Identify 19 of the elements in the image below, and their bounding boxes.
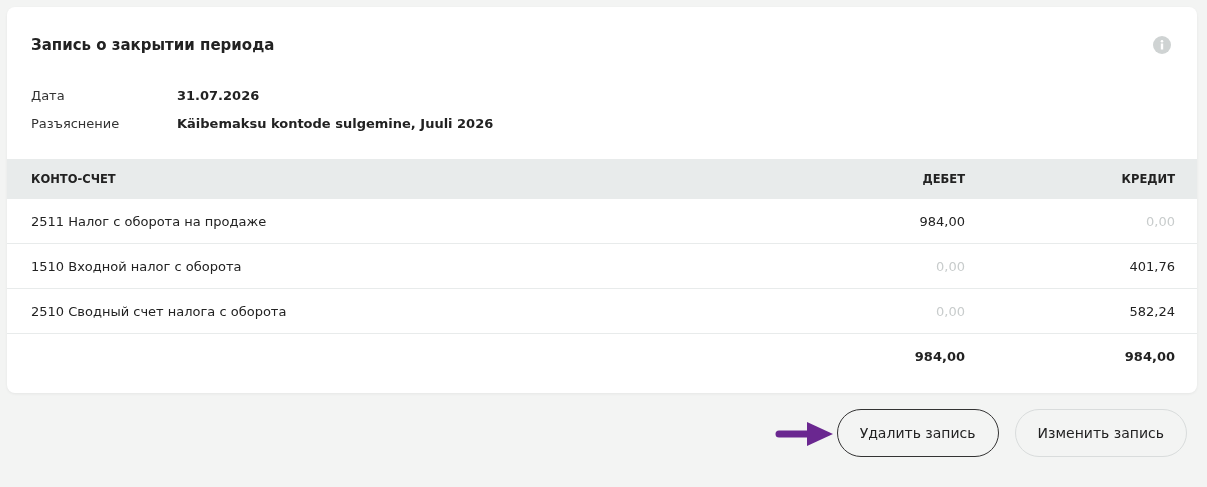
column-header: ДЕБЕТ <box>922 172 965 186</box>
detail-value: 31.07.2026 <box>177 88 260 103</box>
detail-label: Дата <box>31 88 65 103</box>
detail-value: Käibemaksu kontode sulgemine, Juuli 2026 <box>177 116 494 131</box>
table-cell: 582,24 <box>1129 303 1175 319</box>
info-icon[interactable] <box>1153 36 1171 54</box>
table-cell: 1510 Входной налог с оборота <box>31 258 242 274</box>
card-title: Запись о закрытии периода <box>31 36 275 54</box>
table-cell: 401,76 <box>1129 258 1175 274</box>
table-cell: 2510 Сводный счет налога с оборота <box>31 303 287 319</box>
total-cell: 984,00 <box>1124 349 1175 364</box>
edit-button[interactable]: Изменить запись <box>1014 409 1187 457</box>
column-header: КРЕДИТ <box>1121 172 1175 186</box>
detail-label: Разъяснение <box>31 116 120 131</box>
table-cell: 2511 Налог с оборота на продаже <box>31 213 267 229</box>
column-header: КОНТО-СЧЕТ <box>31 172 116 186</box>
table-cell: 984,00 <box>919 213 965 229</box>
total-cell: 984,00 <box>914 349 965 364</box>
delete-button[interactable]: Удалить запись <box>836 409 999 457</box>
